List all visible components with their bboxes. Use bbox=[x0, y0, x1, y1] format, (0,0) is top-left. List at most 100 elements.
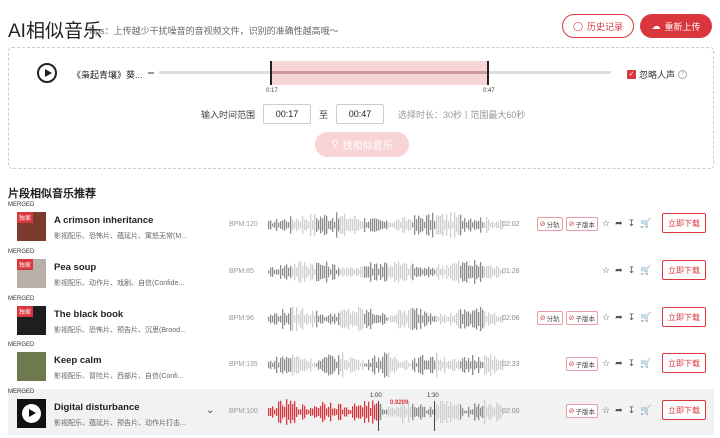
download-icon[interactable]: ↧ bbox=[628, 312, 636, 323]
waveform-bar bbox=[276, 269, 278, 275]
download-now-button[interactable]: 立即下载 bbox=[662, 353, 706, 373]
waveform-bar bbox=[366, 363, 368, 367]
checkbox-checked-icon[interactable]: ✓ bbox=[627, 70, 636, 79]
badge[interactable]: ⊘ 分轨 bbox=[536, 217, 563, 231]
duration-label: 02:02 bbox=[502, 221, 520, 228]
waveform-bar bbox=[438, 360, 440, 370]
waveform-bar bbox=[304, 219, 306, 231]
cart-icon[interactable]: 🛒 bbox=[640, 265, 651, 276]
waveform-bar bbox=[422, 315, 424, 323]
waveform-bar bbox=[470, 361, 472, 369]
cart-icon[interactable]: 🛒 bbox=[640, 405, 651, 416]
waveform-bar bbox=[438, 317, 440, 321]
waveform-bar bbox=[438, 264, 440, 280]
waveform-bar bbox=[430, 313, 432, 325]
waveform-bar bbox=[380, 220, 382, 230]
waveform[interactable] bbox=[266, 206, 504, 244]
waveform-bar bbox=[458, 403, 460, 421]
track-row[interactable]: MERGED Digital disturbance 影视配乐、蕴延片、预告片、… bbox=[8, 389, 714, 435]
waveform[interactable] bbox=[266, 253, 504, 291]
track-name[interactable]: Digital disturbance bbox=[54, 402, 140, 413]
waveform-bar bbox=[350, 218, 352, 232]
waveform-bar bbox=[318, 407, 320, 417]
download-now-button[interactable]: 立即下载 bbox=[662, 307, 706, 327]
badge[interactable]: ⊘ 子版本 bbox=[565, 357, 598, 371]
track-name[interactable]: Pea soup bbox=[54, 262, 96, 273]
share-icon[interactable]: ➦ bbox=[615, 265, 623, 276]
track-row[interactable]: MERGED 独家 The black book 影视配乐、恐怖片、预告片、沉思… bbox=[8, 296, 714, 342]
waveform-bar bbox=[314, 315, 316, 323]
track-name[interactable]: The black book bbox=[54, 309, 123, 320]
waveform-bar bbox=[432, 212, 434, 238]
find-similar-button[interactable]: ⚲ 找相似音乐 bbox=[315, 132, 409, 157]
track-name[interactable]: Keep calm bbox=[54, 355, 102, 366]
waveform-bar bbox=[358, 405, 360, 419]
track-thumbnail[interactable] bbox=[17, 352, 46, 381]
waveform-bar bbox=[396, 263, 398, 281]
ignore-vocals-toggle[interactable]: ✓ 忽略人声 ? bbox=[627, 68, 688, 81]
star-icon[interactable]: ☆ bbox=[602, 405, 610, 416]
start-time-input[interactable]: 00:17 bbox=[263, 104, 312, 124]
waveform-bar bbox=[348, 218, 350, 232]
waveform-bar bbox=[344, 213, 346, 237]
play-icon[interactable] bbox=[37, 63, 57, 83]
download-now-button[interactable]: 立即下载 bbox=[662, 400, 706, 420]
badge[interactable]: ⊘ 分轨 bbox=[536, 311, 563, 325]
waveform-bar bbox=[388, 406, 390, 418]
waveform-bar bbox=[496, 221, 498, 229]
history-button[interactable]: ◯ 历史记录 bbox=[562, 14, 634, 38]
badge[interactable]: ⊘ 子版本 bbox=[565, 217, 598, 231]
track-thumbnail[interactable] bbox=[17, 399, 46, 428]
merged-label: MERGED bbox=[8, 202, 35, 208]
cart-icon[interactable]: 🛒 bbox=[640, 218, 651, 229]
waveform-bar bbox=[294, 401, 296, 423]
download-now-button[interactable]: 立即下载 bbox=[662, 260, 706, 280]
track-row[interactable]: MERGED 独家 Pea soup 影视配乐、动作片、戏剧、自信(Confid… bbox=[8, 249, 714, 295]
chevron-down-icon[interactable]: ⌄ bbox=[206, 405, 214, 416]
waveform-bar bbox=[334, 264, 336, 280]
waveform-bar bbox=[370, 362, 372, 368]
end-time-input[interactable]: 00:47 bbox=[336, 104, 385, 124]
star-icon[interactable]: ☆ bbox=[602, 358, 610, 369]
share-icon[interactable]: ➦ bbox=[615, 358, 623, 369]
cart-icon[interactable]: 🛒 bbox=[640, 358, 651, 369]
waveform-bar bbox=[344, 407, 346, 417]
download-now-button[interactable]: 立即下载 bbox=[662, 213, 706, 233]
waveform-bar bbox=[422, 354, 424, 376]
download-icon[interactable]: ↧ bbox=[628, 265, 636, 276]
track-thumbnail[interactable]: 独家 bbox=[17, 306, 46, 335]
waveform[interactable] bbox=[266, 393, 504, 431]
track-thumbnail[interactable]: 独家 bbox=[17, 212, 46, 241]
star-icon[interactable]: ☆ bbox=[602, 265, 610, 276]
share-icon[interactable]: ➦ bbox=[615, 218, 623, 229]
share-icon[interactable]: ➦ bbox=[615, 312, 623, 323]
star-icon[interactable]: ☆ bbox=[602, 312, 610, 323]
song-name: 《枭起青壤》葵... bbox=[72, 70, 142, 80]
cart-icon[interactable]: 🛒 bbox=[640, 312, 651, 323]
badge-icon: ⊘ bbox=[568, 408, 575, 415]
track-thumbnail[interactable]: 独家 bbox=[17, 259, 46, 288]
waveform-bar bbox=[386, 353, 388, 377]
download-icon[interactable]: ↧ bbox=[628, 358, 636, 369]
waveform-bar bbox=[420, 404, 422, 420]
range-label: 输入时间范围 bbox=[201, 109, 256, 120]
waveform-bar bbox=[350, 313, 352, 325]
waveform[interactable] bbox=[266, 300, 504, 338]
star-icon[interactable]: ☆ bbox=[602, 218, 610, 229]
track-row[interactable]: MERGED Keep calm 影视配乐、冒险片、西部片、自信(Confi..… bbox=[8, 342, 714, 388]
download-icon[interactable]: ↧ bbox=[628, 405, 636, 416]
help-icon[interactable]: ? bbox=[678, 70, 688, 79]
waveform-bar bbox=[346, 267, 348, 277]
badge[interactable]: ⊘ 子版本 bbox=[565, 311, 598, 325]
badge[interactable]: ⊘ 子版本 bbox=[565, 404, 598, 418]
waveform-bar bbox=[274, 360, 276, 370]
share-icon[interactable]: ➦ bbox=[615, 405, 623, 416]
waveform[interactable] bbox=[266, 346, 504, 384]
track-name[interactable]: A crimson inheritance bbox=[54, 215, 153, 226]
download-icon[interactable]: ↧ bbox=[628, 218, 636, 229]
to-label: 至 bbox=[319, 109, 329, 120]
waveform-bar bbox=[480, 261, 482, 283]
play-icon[interactable] bbox=[22, 404, 41, 423]
track-row[interactable]: MERGED 独家 A crimson inheritance 影视配乐、恐怖片… bbox=[8, 202, 714, 248]
reupload-button[interactable]: ☁ 重新上传 bbox=[640, 14, 712, 38]
